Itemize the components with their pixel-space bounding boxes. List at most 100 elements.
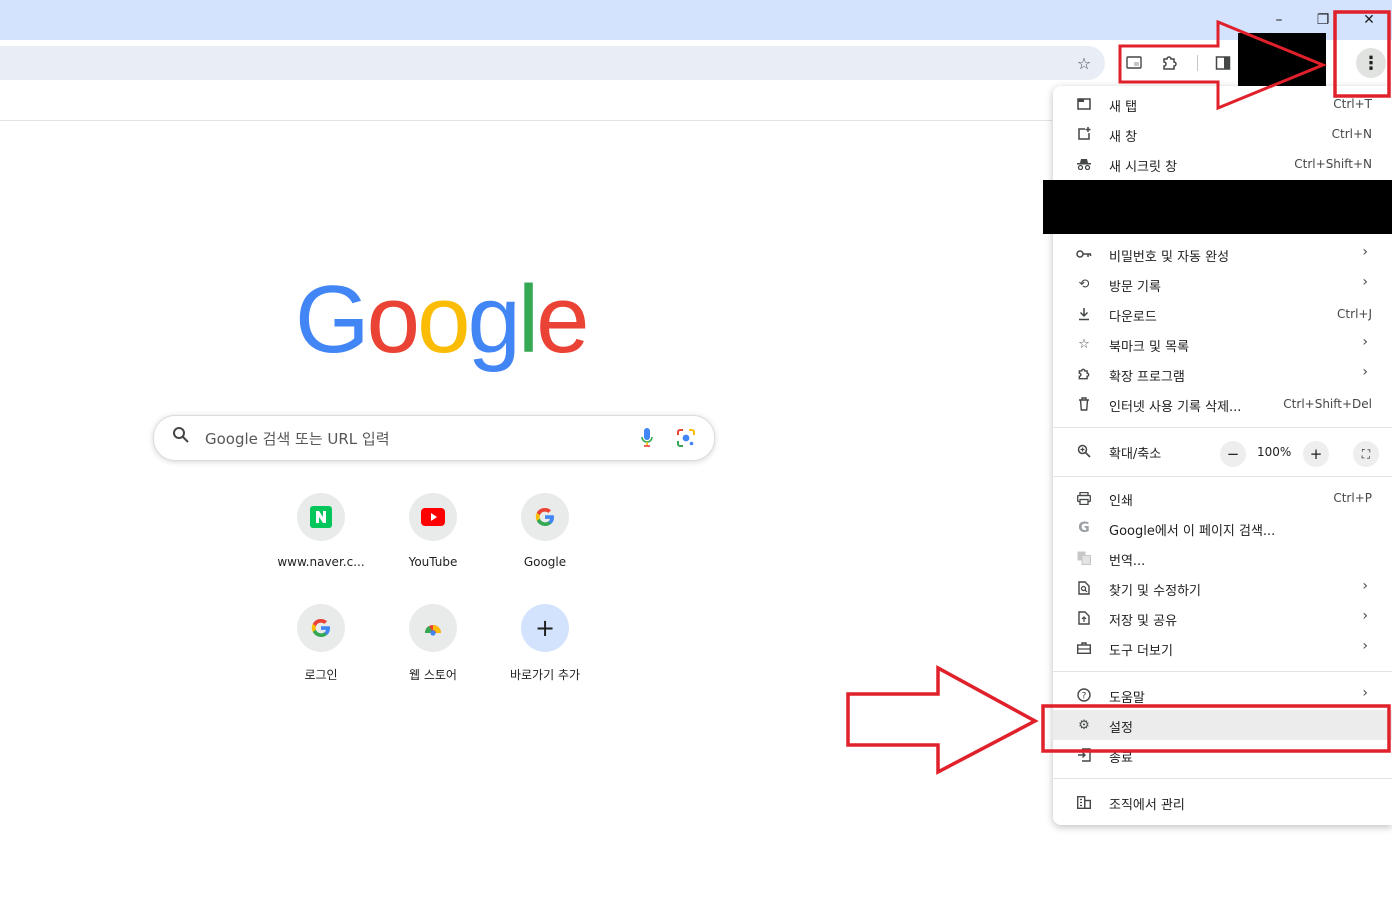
menu-item-history[interactable]: ⟲ 방문 기록 ›: [1053, 269, 1392, 299]
menu-item-label: 찾기 및 수정하기: [1109, 584, 1201, 599]
menu-item-zoom: 확대/축소 − 100% + ⛶: [1053, 432, 1392, 470]
chevron-right-icon: ›: [1362, 578, 1368, 594]
menu-item-translate[interactable]: 번역...: [1053, 543, 1392, 573]
menu-separator: [1053, 476, 1392, 477]
menu-item-shortcut: Ctrl+Shift+N: [1294, 157, 1372, 171]
menu-item-bookmarks[interactable]: ☆ 북마크 및 목록 ›: [1053, 329, 1392, 359]
printer-icon: [1075, 489, 1093, 507]
google-logo: Google: [295, 266, 590, 373]
menu-item-extensions[interactable]: 확장 프로그램 ›: [1053, 359, 1392, 389]
search-placeholder: Google 검색 또는 URL 입력: [205, 430, 390, 448]
shortcut-label: Google: [523, 555, 567, 569]
chevron-right-icon: ›: [1362, 274, 1368, 290]
menu-item-print[interactable]: 인쇄 Ctrl+P: [1053, 483, 1392, 513]
shortcut-youtube[interactable]: YouTube: [377, 493, 489, 569]
redacted-profile-menu-section: [1043, 180, 1392, 234]
logo-letter: G: [295, 266, 370, 373]
menu-item-incognito[interactable]: 새 시크릿 창 Ctrl+Shift+N: [1053, 149, 1392, 179]
logo-letter: l: [517, 266, 539, 373]
annotation-arrow-toolbar: [1118, 20, 1327, 111]
key-icon: [1075, 245, 1093, 263]
zoom-out-button[interactable]: −: [1220, 441, 1246, 467]
translate-icon: [1075, 549, 1093, 567]
menu-item-clear-browsing-data[interactable]: 인터넷 사용 기록 삭제... Ctrl+Shift+Del: [1053, 389, 1392, 419]
address-bar[interactable]: [0, 46, 1105, 80]
menu-item-downloads[interactable]: 다운로드 Ctrl+J: [1053, 299, 1392, 329]
menu-item-managed-by-org[interactable]: 조직에서 관리: [1053, 787, 1392, 817]
fullscreen-button[interactable]: ⛶: [1353, 441, 1379, 467]
shortcut-label: YouTube: [408, 555, 458, 569]
menu-separator: [1053, 427, 1392, 428]
incognito-icon: [1075, 155, 1093, 173]
shortcut-google[interactable]: Google: [489, 493, 601, 569]
shortcut-label: www.naver.c...: [277, 555, 365, 569]
menu-item-label: 확대/축소: [1109, 447, 1162, 462]
bookmark-star-icon[interactable]: ☆: [1071, 50, 1097, 76]
bookmark-bar-divider: [0, 120, 1052, 121]
star-icon: ☆: [1078, 336, 1090, 352]
find-in-page-icon: [1075, 579, 1093, 597]
google-g-icon: [521, 493, 569, 541]
naver-icon: [297, 493, 345, 541]
chevron-right-icon: ›: [1362, 685, 1368, 701]
menu-separator: [1053, 778, 1392, 779]
google-g-icon: G: [1078, 520, 1090, 536]
menu-item-label: 북마크 및 목록: [1109, 340, 1190, 355]
chrome-web-store-icon: [409, 604, 457, 652]
chevron-right-icon: ›: [1362, 244, 1368, 260]
menu-item-search-page-google[interactable]: G Google에서 이 페이지 검색...: [1053, 513, 1392, 543]
zoom-level: 100%: [1257, 445, 1292, 459]
menu-item-new-window[interactable]: 새 창 Ctrl+N: [1053, 119, 1392, 149]
menu-item-label: 인쇄: [1109, 494, 1133, 509]
menu-item-label: 확장 프로그램: [1109, 370, 1185, 385]
youtube-icon: [409, 493, 457, 541]
search-icon: [172, 426, 190, 449]
shortcut-login[interactable]: 로그인: [265, 604, 377, 683]
menu-item-find-edit[interactable]: 찾기 및 수정하기 ›: [1053, 573, 1392, 603]
logo-letter: g: [467, 266, 520, 373]
toolbox-icon: [1075, 639, 1093, 657]
shortcut-add[interactable]: + 바로가기 추가: [489, 604, 601, 683]
menu-item-label: 다운로드: [1109, 310, 1157, 325]
menu-item-label: 저장 및 공유: [1109, 614, 1178, 629]
history-icon: ⟲: [1078, 276, 1090, 292]
save-share-icon: [1075, 609, 1093, 627]
help-icon: ?: [1075, 686, 1093, 704]
menu-item-shortcut: Ctrl+P: [1333, 491, 1372, 505]
annotation-arrow-settings: [846, 665, 1039, 775]
logo-letter: o: [417, 266, 470, 373]
voice-search-icon[interactable]: [640, 427, 654, 449]
chevron-right-icon: ›: [1362, 334, 1368, 350]
google-lens-icon[interactable]: [676, 428, 696, 448]
ntp-search-box[interactable]: Google 검색 또는 URL 입력: [153, 415, 715, 461]
menu-item-passwords[interactable]: 비밀번호 및 자동 완성 ›: [1053, 239, 1392, 269]
new-tab-icon: [1075, 95, 1093, 113]
new-window-icon: [1075, 125, 1093, 143]
menu-separator: [1053, 671, 1392, 672]
menu-item-label: 방문 기록: [1109, 280, 1161, 295]
menu-item-label: 인터넷 사용 기록 삭제...: [1109, 400, 1242, 415]
puzzle-icon: [1075, 365, 1093, 383]
menu-item-shortcut: Ctrl+Shift+Del: [1283, 397, 1372, 411]
menu-item-more-tools[interactable]: 도구 더보기 ›: [1053, 633, 1392, 663]
menu-item-shortcut: Ctrl+N: [1331, 127, 1372, 141]
menu-item-shortcut: Ctrl+J: [1337, 307, 1372, 321]
zoom-in-button[interactable]: +: [1303, 441, 1329, 467]
zoom-icon: [1075, 442, 1093, 460]
shortcut-web-store[interactable]: 웹 스토어: [377, 604, 489, 683]
logo-letter: o: [366, 266, 420, 373]
chevron-right-icon: ›: [1362, 638, 1368, 654]
shortcut-label: 로그인: [304, 668, 338, 682]
google-g-icon: [297, 604, 345, 652]
shortcut-label: 웹 스토어: [409, 668, 457, 682]
menu-item-shortcut: Ctrl+T: [1333, 97, 1372, 111]
building-icon: [1075, 793, 1093, 811]
trash-icon: [1075, 395, 1093, 413]
chevron-right-icon: ›: [1362, 364, 1368, 380]
shortcut-naver[interactable]: www.naver.c...: [265, 493, 377, 569]
menu-item-save-share[interactable]: 저장 및 공유 ›: [1053, 603, 1392, 633]
menu-item-label: 비밀번호 및 자동 완성: [1109, 250, 1230, 265]
menu-item-label: 번역...: [1109, 554, 1146, 569]
svg-text:?: ?: [1082, 692, 1087, 702]
plus-icon: +: [521, 604, 569, 652]
